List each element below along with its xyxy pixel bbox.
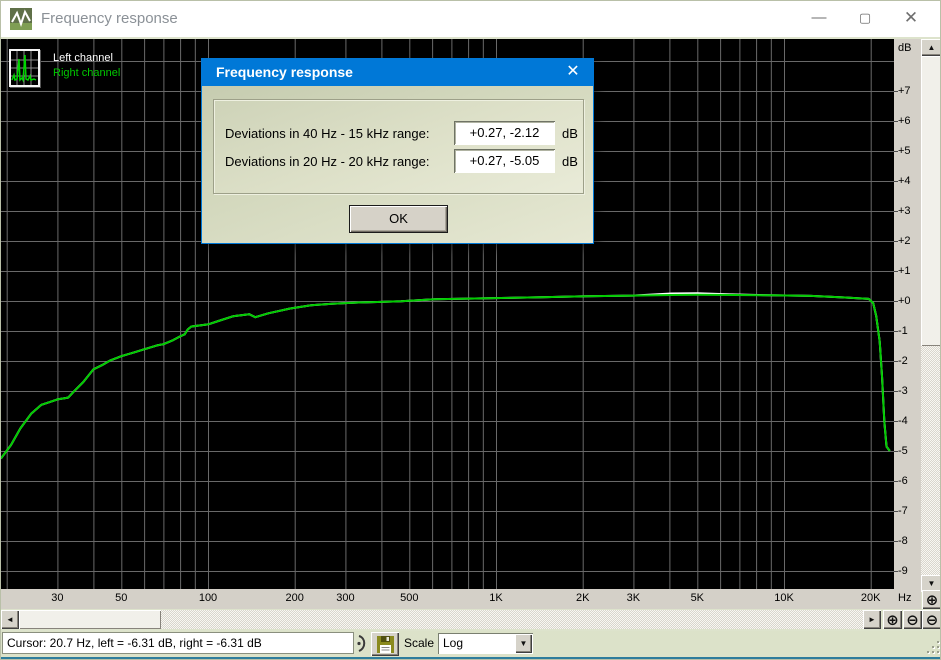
y-axis-label: -2 — [898, 355, 908, 367]
scale-label: Scale — [404, 636, 435, 650]
scale-selected-value: Log — [443, 636, 464, 650]
y-axis-label: +0 — [898, 295, 911, 307]
vertical-scrollbar[interactable]: ▲ ▼ — [921, 39, 940, 592]
x-zoom-in-button[interactable]: ⊕ — [883, 610, 902, 629]
zoom-out-icon: ⊖ — [906, 611, 919, 629]
legend-left-channel: Left channel — [53, 52, 113, 64]
app-window: Frequency response — ▢ ✕ Left channel Ri… — [0, 0, 941, 660]
y-axis-unit: dB — [898, 42, 912, 54]
y-axis-label: +2 — [898, 235, 911, 247]
scroll-left-button[interactable]: ◄ — [1, 610, 19, 629]
y-axis-label: -5 — [898, 445, 908, 457]
x-axis-label: 5K — [690, 592, 705, 604]
window-title: Frequency response — [41, 10, 178, 27]
deviations-group-box: Deviations in 40 Hz - 15 kHz range: +0.2… — [213, 99, 584, 194]
title-bar: Frequency response — ▢ ✕ — [1, 1, 940, 37]
x-axis-label: 50 — [115, 592, 128, 604]
y-axis-label: -1 — [898, 325, 908, 337]
scroll-up-button[interactable]: ▲ — [921, 39, 940, 56]
deviation-row-label: Deviations in 20 Hz - 20 kHz range: — [225, 154, 430, 169]
y-zoom-in-button[interactable]: ⊕ — [922, 590, 940, 609]
scroll-left-icon: ◄ — [6, 614, 14, 624]
x-axis-label: 1K — [489, 592, 503, 604]
y-zoom-out-button[interactable]: ⊖ — [922, 610, 940, 629]
dropdown-button[interactable]: ▼ — [515, 634, 532, 653]
save-button[interactable] — [371, 632, 399, 656]
ok-button[interactable]: OK — [349, 205, 448, 233]
status-bar: Cursor: 20.7 Hz, left = -6.31 dB, right … — [1, 631, 940, 657]
chart-legend: Left channel Right channel — [9, 49, 120, 87]
y-axis-label: -7 — [898, 505, 908, 517]
frequency-response-dialog: Frequency response ✕ Deviations in 40 Hz… — [201, 58, 594, 244]
zoom-out-icon: ⊖ — [925, 611, 939, 629]
x-axis-label: 300 — [336, 592, 355, 604]
y-axis-label: -6 — [898, 475, 908, 487]
zoom-in-icon: ⊕ — [925, 591, 939, 609]
deviation-row-unit: dB — [562, 126, 578, 141]
x-axis-strip: 30 50 100 200 300 500 1K 2K 3K 5K 10K 20K — [1, 589, 894, 609]
scale-dropdown[interactable]: Log ▼ — [438, 633, 533, 654]
vertical-scroll-track[interactable] — [921, 346, 940, 575]
dialog-title: Frequency response — [216, 64, 353, 80]
x-axis-label: 10K — [774, 592, 794, 604]
x-axis-label: 200 — [285, 592, 304, 604]
speaker-icon — [357, 635, 366, 652]
scroll-right-button[interactable]: ► — [863, 610, 881, 629]
y-axis-label: -4 — [898, 415, 908, 427]
horizontal-scroll-thumb[interactable] — [19, 610, 161, 629]
maximize-button[interactable]: ▢ — [842, 1, 888, 37]
y-axis-label: -3 — [898, 385, 908, 397]
chevron-down-icon: ▼ — [519, 638, 528, 648]
deviation-row-unit: dB — [562, 154, 578, 169]
dialog-close-button[interactable]: ✕ — [553, 59, 593, 86]
y-axis-label: -9 — [898, 565, 908, 577]
x-zoom-out-button[interactable]: ⊖ — [903, 610, 922, 629]
zoom-in-icon: ⊕ — [886, 611, 899, 629]
x-axis-label: 500 — [400, 592, 419, 604]
y-axis-label: +5 — [898, 145, 911, 157]
scroll-right-icon: ► — [868, 614, 876, 624]
scroll-up-icon: ▲ — [927, 42, 936, 52]
floppy-disk-icon — [376, 635, 394, 653]
close-button[interactable]: ✕ — [888, 1, 934, 37]
y-axis-label: +3 — [898, 205, 911, 217]
y-axis-label: +1 — [898, 265, 911, 277]
x-axis-label: 3K — [626, 592, 641, 604]
dialog-title-bar[interactable]: Frequency response — [202, 59, 593, 86]
vertical-scroll-thumb[interactable] — [921, 56, 940, 346]
x-axis-label: 100 — [198, 592, 218, 604]
horizontal-scrollbar[interactable]: ◄ ► — [1, 610, 881, 629]
y-axis-strip: dB +7 +6 +5 +4 +3 +2 +1 +0 -1 -2 -3 -4 -5 -6 -7 -8 -9 Hz — [894, 39, 921, 609]
spectrum-icon — [9, 49, 40, 87]
deviation-row-label: Deviations in 40 Hz - 15 kHz range: — [225, 126, 430, 141]
y-axis-label: +4 — [898, 175, 911, 187]
deviation-row-value[interactable]: +0.27, -2.12 — [454, 121, 555, 145]
x-axis-label: 20K — [860, 592, 881, 604]
x-axis-label: 30 — [51, 592, 64, 604]
x-axis-unit: Hz — [898, 592, 912, 604]
scroll-down-icon: ▼ — [927, 578, 936, 588]
y-axis-label: -8 — [898, 535, 908, 547]
app-icon — [10, 8, 32, 30]
deviation-row-value[interactable]: +0.27, -5.05 — [454, 149, 555, 173]
legend-right-channel: Right channel — [53, 67, 121, 79]
minimize-button[interactable]: — — [796, 1, 842, 37]
y-axis-label: +7 — [898, 85, 911, 97]
cursor-readout: Cursor: 20.7 Hz, left = -6.31 dB, right … — [2, 632, 354, 654]
x-axis-label: 2K — [575, 592, 590, 604]
horizontal-scroll-track[interactable] — [161, 610, 863, 629]
y-axis-label: +6 — [898, 115, 911, 127]
resize-grip[interactable] — [925, 639, 939, 653]
